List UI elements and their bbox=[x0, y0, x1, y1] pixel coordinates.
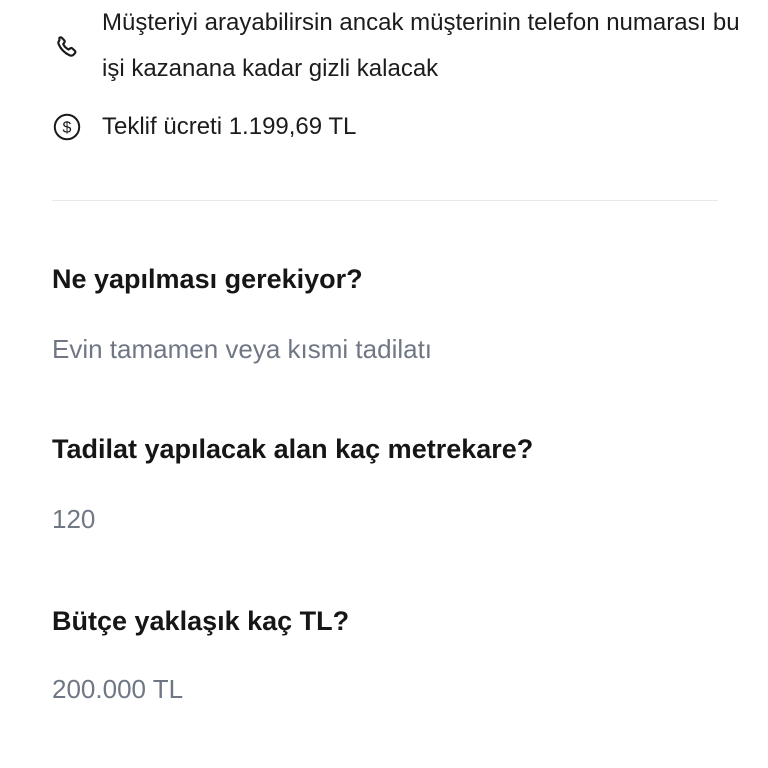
answer-text: 200.000 TL bbox=[52, 674, 184, 704]
question-heading: Tadilat yapılacak alan kaç metrekare? bbox=[52, 434, 534, 464]
svg-text:$: $ bbox=[63, 120, 72, 137]
answer-text: 120 bbox=[52, 504, 96, 534]
question-heading: Ne yapılması gerekiyor? bbox=[52, 264, 363, 294]
call-note-text: Müşteriyi arayabilirsin ancak müşterinin… bbox=[102, 9, 740, 82]
phone-icon bbox=[52, 32, 82, 62]
answer-text: Evin tamamen veya kısmi tadilatı bbox=[52, 334, 433, 364]
fee-note-text: Teklif ücreti 1.199,69 TL bbox=[102, 113, 357, 140]
fee-info-row: $ Teklif ücreti 1.199,69 TL bbox=[52, 104, 742, 150]
dollar-coin-icon: $ bbox=[52, 112, 82, 142]
phone-info-row: Müşteriyi arayabilirsin ancak müşterinin… bbox=[52, 0, 742, 92]
question-heading: Bütçe yaklaşık kaç TL? bbox=[52, 606, 350, 636]
section-divider bbox=[52, 200, 718, 201]
